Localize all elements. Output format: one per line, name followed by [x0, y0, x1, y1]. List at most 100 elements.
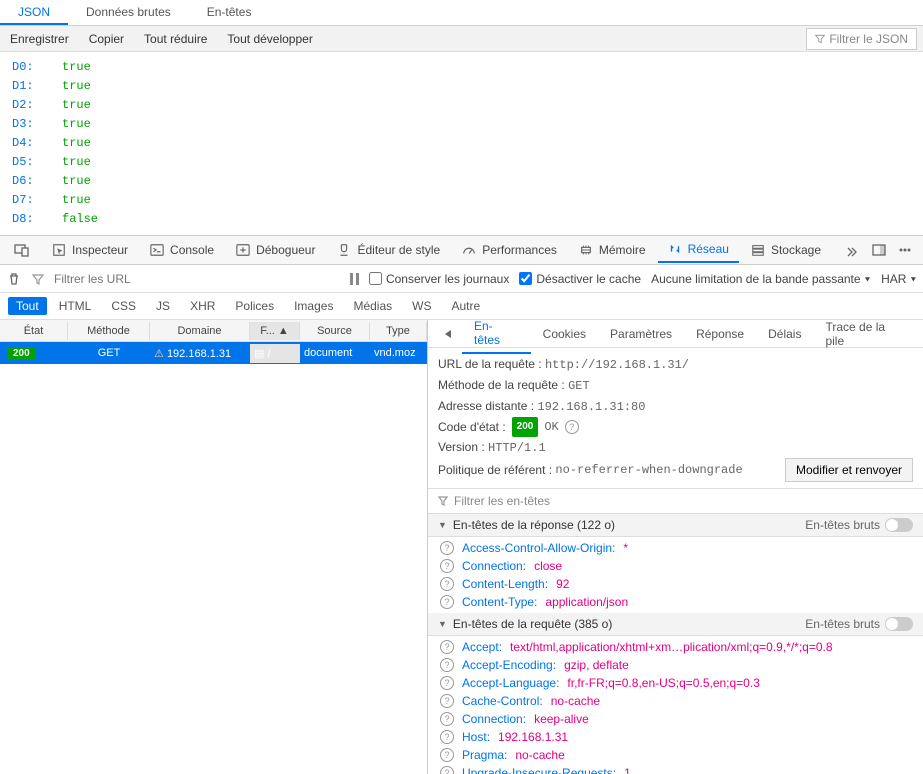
- filter-tab-css[interactable]: CSS: [103, 297, 144, 315]
- overflow-icon[interactable]: [833, 238, 867, 262]
- json-key: D5:: [12, 153, 42, 172]
- tab-style-label: Éditeur de style: [357, 243, 440, 257]
- tab-json[interactable]: JSON: [0, 0, 68, 25]
- filter-tab-autre[interactable]: Autre: [443, 297, 488, 315]
- disable-cache-checkbox[interactable]: Désactiver le cache: [519, 272, 641, 286]
- clear-icon[interactable]: [6, 271, 22, 287]
- json-entry: D5:true: [12, 153, 911, 172]
- header-item: ?Accept text/html,application/xhtml+xm…p…: [428, 638, 923, 656]
- filter-tab-ws[interactable]: WS: [404, 297, 439, 315]
- har-menu[interactable]: HAR ⯆: [881, 272, 917, 286]
- header-item: ?Pragma no-cache: [428, 746, 923, 764]
- col-domain[interactable]: Domaine: [150, 322, 250, 340]
- tab-memory[interactable]: Mémoire: [569, 238, 656, 262]
- response-headers-section[interactable]: ▼ En-têtes de la réponse (122 o) En-tête…: [428, 514, 923, 537]
- dtab-stack[interactable]: Trace de la pile: [813, 320, 919, 353]
- col-method[interactable]: Méthode: [68, 322, 150, 340]
- header-value: 1: [624, 766, 631, 774]
- details-tabs: En-têtes Cookies Paramètres Réponse Déla…: [428, 320, 923, 348]
- filter-tab-images[interactable]: Images: [286, 297, 341, 315]
- tab-network[interactable]: Réseau: [658, 237, 739, 263]
- help-icon[interactable]: ?: [440, 694, 454, 708]
- header-item: ?Access-Control-Allow-Origin *: [428, 539, 923, 557]
- help-icon[interactable]: ?: [440, 595, 454, 609]
- raw-toggle-request[interactable]: En-têtes bruts: [805, 617, 913, 631]
- request-headers-section[interactable]: ▼ En-têtes de la requête (385 o) En-tête…: [428, 613, 923, 636]
- header-item: ?Content-Length 92: [428, 575, 923, 593]
- col-cause[interactable]: Source: [300, 322, 370, 340]
- method-label: Méthode de la requête :: [438, 378, 565, 392]
- modify-resend-button[interactable]: Modifier et renvoyer: [785, 458, 913, 482]
- help-icon[interactable]: ?: [440, 766, 454, 774]
- expand-all-button[interactable]: Tout développer: [217, 28, 322, 50]
- more-icon[interactable]: [897, 242, 913, 258]
- help-icon[interactable]: ?: [440, 577, 454, 591]
- filter-headers-input[interactable]: Filtrer les en-têtes: [428, 488, 923, 514]
- back-icon[interactable]: [432, 323, 462, 345]
- tab-headers[interactable]: En-têtes: [189, 0, 270, 25]
- persist-logs-checkbox[interactable]: Conserver les journaux: [369, 272, 509, 286]
- json-entry: D6:true: [12, 172, 911, 191]
- dock-icon[interactable]: [871, 242, 887, 258]
- header-item: ?Connection close: [428, 557, 923, 575]
- help-icon[interactable]: ?: [565, 420, 579, 434]
- tab-debugger[interactable]: Débogueur: [226, 238, 325, 262]
- help-icon[interactable]: ?: [440, 676, 454, 690]
- save-button[interactable]: Enregistrer: [0, 28, 79, 50]
- json-entry: D1:true: [12, 77, 911, 96]
- help-icon[interactable]: ?: [440, 658, 454, 672]
- collapse-icon: ▼: [438, 520, 447, 530]
- dtab-timings[interactable]: Délais: [756, 322, 813, 346]
- url-filter-input[interactable]: [54, 272, 174, 286]
- disable-cache-label: Désactiver le cache: [536, 272, 641, 286]
- dtab-response[interactable]: Réponse: [684, 322, 756, 346]
- throttle-select[interactable]: Aucune limitation de la bande passante ⯆: [651, 272, 871, 286]
- remote-label: Adresse distante :: [438, 399, 534, 413]
- filter-tab-xhr[interactable]: XHR: [182, 297, 223, 315]
- help-icon[interactable]: ?: [440, 559, 454, 573]
- tab-style-editor[interactable]: Éditeur de style: [327, 238, 450, 262]
- help-icon[interactable]: ?: [440, 748, 454, 762]
- insecure-icon: ⚠: [154, 348, 164, 360]
- header-item: ?Host 192.168.1.31: [428, 728, 923, 746]
- tab-raw[interactable]: Données brutes: [68, 0, 189, 25]
- help-icon[interactable]: ?: [440, 712, 454, 726]
- help-icon[interactable]: ?: [440, 730, 454, 744]
- responsive-mode-icon[interactable]: [4, 237, 40, 263]
- tab-console[interactable]: Console: [140, 238, 224, 262]
- url-value: http://192.168.1.31/: [545, 358, 689, 372]
- raw-toggle-response[interactable]: En-têtes bruts: [805, 518, 913, 532]
- pause-icon[interactable]: [350, 273, 359, 285]
- header-value: fr,fr-FR;q=0.8,en-US;q=0.5,en;q=0.3: [567, 676, 759, 690]
- network-icon: [668, 242, 682, 256]
- tab-performance[interactable]: Performances: [452, 238, 567, 262]
- col-file[interactable]: F... ▲: [250, 322, 300, 340]
- help-icon[interactable]: ?: [440, 640, 454, 654]
- col-status[interactable]: État: [0, 322, 68, 340]
- method-value: GET: [568, 379, 590, 393]
- json-key: D7:: [12, 191, 42, 210]
- memory-icon: [579, 243, 593, 257]
- json-entry: D3:true: [12, 115, 911, 134]
- filter-tab-polices[interactable]: Polices: [227, 297, 282, 315]
- header-key: Accept-Encoding: [462, 658, 556, 672]
- tab-storage[interactable]: Stockage: [741, 238, 831, 262]
- filter-tab-tout[interactable]: Tout: [8, 297, 47, 315]
- filter-json-input[interactable]: Filtrer le JSON: [806, 28, 917, 50]
- tab-inspector[interactable]: Inspecteur: [42, 238, 138, 262]
- request-row[interactable]: 200 GET ⚠ 192.168.1.31 ▤ / document vnd.…: [0, 342, 427, 364]
- help-icon[interactable]: ?: [440, 541, 454, 555]
- header-item: ?Content-Type application/json: [428, 593, 923, 611]
- dtab-cookies[interactable]: Cookies: [531, 322, 598, 346]
- dtab-headers[interactable]: En-têtes: [462, 320, 531, 354]
- header-key: Upgrade-Insecure-Requests: [462, 766, 616, 774]
- filter-tab-js[interactable]: JS: [148, 297, 178, 315]
- collapse-all-button[interactable]: Tout réduire: [134, 28, 217, 50]
- col-type[interactable]: Type: [370, 322, 427, 340]
- filter-tab-médias[interactable]: Médias: [345, 297, 400, 315]
- dtab-params[interactable]: Paramètres: [598, 322, 684, 346]
- json-value: true: [62, 172, 91, 191]
- copy-button[interactable]: Copier: [79, 28, 134, 50]
- header-key: Content-Type: [462, 595, 537, 609]
- filter-tab-html[interactable]: HTML: [51, 297, 100, 315]
